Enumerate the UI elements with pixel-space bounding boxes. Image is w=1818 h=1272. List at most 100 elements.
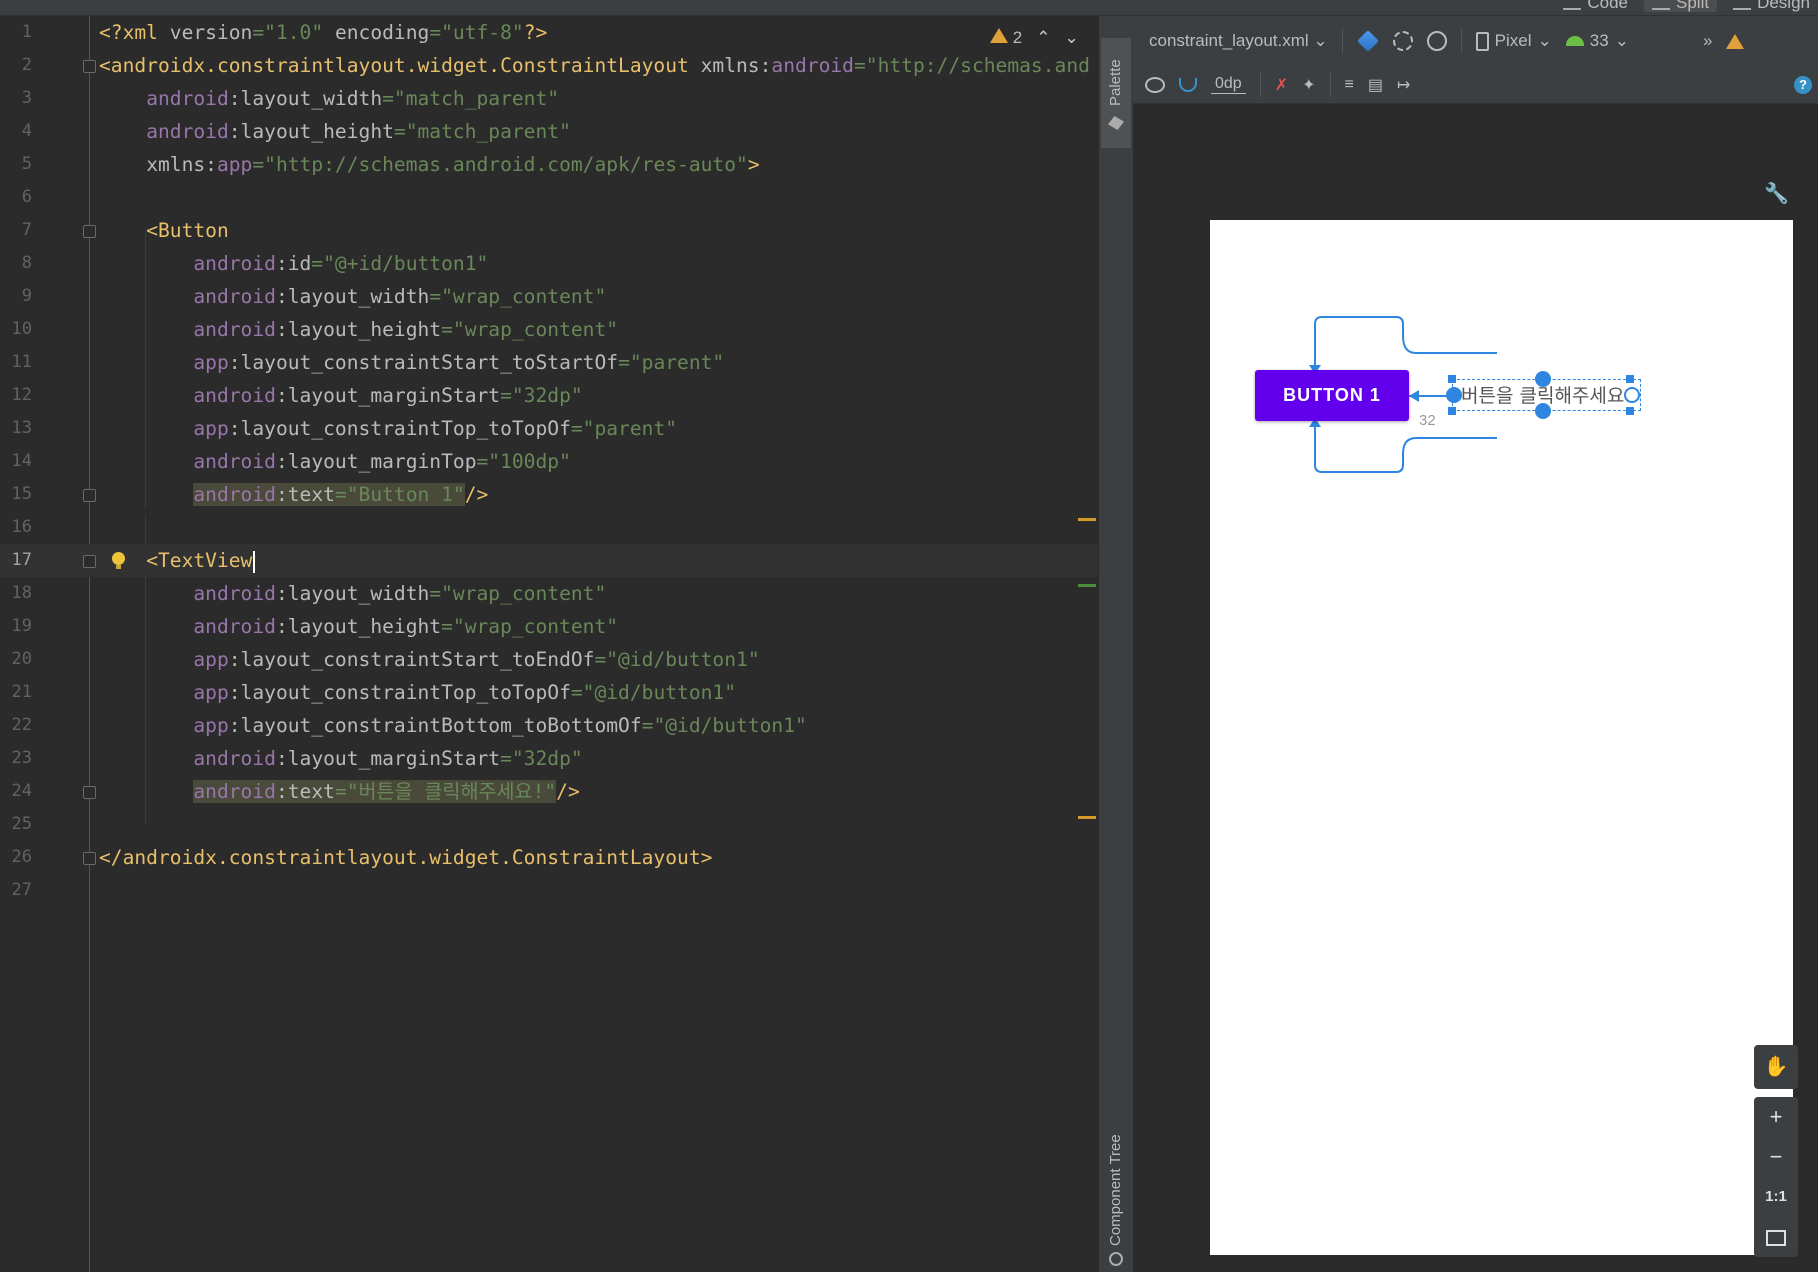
line-number[interactable]: 22 xyxy=(0,709,32,742)
preview-button-1[interactable]: BUTTON 1 xyxy=(1255,370,1409,421)
change-marker[interactable] xyxy=(1078,584,1096,587)
line-number[interactable]: 24 xyxy=(0,775,32,808)
code-line[interactable]: 14 android:layout_marginTop="100dp" xyxy=(0,445,1098,478)
default-margin-field[interactable]: 0dp xyxy=(1211,75,1246,94)
view-mode-code[interactable]: Code xyxy=(1555,0,1636,12)
line-number[interactable]: 19 xyxy=(0,610,32,643)
line-number[interactable]: 6 xyxy=(0,181,32,214)
more-actions-icon[interactable]: » xyxy=(1703,31,1712,51)
previous-highlight-icon[interactable]: ⌃ xyxy=(1036,28,1050,48)
code-line[interactable]: 13 app:layout_constraintTop_toTopOf="par… xyxy=(0,412,1098,445)
guidelines-icon[interactable]: ↦ xyxy=(1397,75,1410,95)
code-line[interactable]: 16 xyxy=(0,511,1098,544)
pan-hand-icon[interactable]: ✋ xyxy=(1754,1045,1798,1089)
infer-constraints-icon[interactable]: ✦ xyxy=(1302,75,1315,95)
help-icon[interactable]: ? xyxy=(1794,75,1812,94)
code-line[interactable]: 22 app:layout_constraintBottom_toBottomO… xyxy=(0,709,1098,742)
code-line[interactable]: 27 xyxy=(0,874,1098,907)
line-number[interactable]: 4 xyxy=(0,115,32,148)
autoconnect-magnet-icon[interactable] xyxy=(1179,77,1197,92)
layers-icon[interactable] xyxy=(1356,30,1379,52)
orientation-icon[interactable] xyxy=(1392,31,1413,51)
zoom-in-icon[interactable]: + xyxy=(1754,1097,1798,1137)
code-line[interactable]: 2 <androidx.constraintlayout.widget.Const… xyxy=(0,49,1098,82)
view-mode-split[interactable]: Split xyxy=(1644,0,1718,12)
warning-count[interactable]: 2 xyxy=(990,28,1022,48)
code-line[interactable]: 17 <TextView xyxy=(0,544,1098,577)
fold-toggle-icon[interactable] xyxy=(83,225,96,238)
line-number[interactable]: 7 xyxy=(0,214,32,247)
line-number[interactable]: 8 xyxy=(0,247,32,280)
line-number[interactable]: 26 xyxy=(0,841,32,874)
line-number[interactable]: 2 xyxy=(0,49,32,82)
zoom-out-icon[interactable]: − xyxy=(1754,1137,1798,1177)
code-line[interactable]: 3 android:layout_width="match_parent" xyxy=(0,82,1098,115)
code-line[interactable]: 21 app:layout_constraintTop_toTopOf="@id… xyxy=(0,676,1098,709)
line-number[interactable]: 18 xyxy=(0,577,32,610)
api-level-selector[interactable]: 33 ⌄ xyxy=(1565,31,1629,51)
line-number[interactable]: 10 xyxy=(0,313,32,346)
code-line[interactable]: 11 app:layout_constraintStart_toStartOf=… xyxy=(0,346,1098,379)
code-line[interactable]: 1 <?xml version="1.0" encoding="utf-8"?> xyxy=(0,16,1098,49)
device-selector[interactable]: Pixel ⌄ xyxy=(1475,31,1552,51)
night-mode-icon[interactable] xyxy=(1426,31,1447,51)
line-number[interactable]: 13 xyxy=(0,412,32,445)
view-options-eye-icon[interactable] xyxy=(1145,76,1165,93)
file-selector[interactable]: constraint_layout.xml ⌄ xyxy=(1149,31,1328,51)
palette-tab[interactable]: Palette xyxy=(1101,38,1131,148)
line-number[interactable]: 21 xyxy=(0,676,32,709)
code-line[interactable]: 6 xyxy=(0,181,1098,214)
code-line[interactable]: 20 app:layout_constraintStart_toEndOf="@… xyxy=(0,643,1098,676)
line-number[interactable]: 14 xyxy=(0,445,32,478)
zoom-actual-size-icon[interactable]: 1:1 xyxy=(1754,1177,1798,1217)
fold-toggle-icon[interactable] xyxy=(83,852,96,865)
code-line[interactable]: 8 android:id="@+id/button1" xyxy=(0,247,1098,280)
line-number[interactable]: 11 xyxy=(0,346,32,379)
design-canvas[interactable]: 🔧 BUTTON 1 버튼을 클릭해주세요! 32 ✋ + − 1:1 xyxy=(1133,105,1818,1272)
line-number[interactable]: 5 xyxy=(0,148,32,181)
code-line[interactable]: 7 <Button xyxy=(0,214,1098,247)
align-icon[interactable]: ▤ xyxy=(1368,75,1383,95)
line-number[interactable]: 9 xyxy=(0,280,32,313)
line-number[interactable]: 17 xyxy=(0,544,32,577)
fold-toggle-icon[interactable] xyxy=(83,555,96,568)
design-warning-icon[interactable] xyxy=(1726,33,1745,49)
preview-textview[interactable]: 버튼을 클릭해주세요! xyxy=(1452,379,1641,411)
code-line[interactable]: 26 </androidx.constraintlayout.widget.Con… xyxy=(0,841,1098,874)
line-number[interactable]: 12 xyxy=(0,379,32,412)
zoom-fit-icon[interactable] xyxy=(1754,1217,1798,1257)
line-number[interactable]: 1 xyxy=(0,16,32,49)
pack-icon[interactable]: ≡ xyxy=(1345,76,1354,94)
code-line[interactable]: 24 android:text="버튼을 클릭해주세요!"/> xyxy=(0,775,1098,808)
line-number[interactable]: 15 xyxy=(0,478,32,511)
code-line[interactable]: 10 android:layout_height="wrap_content" xyxy=(0,313,1098,346)
code-line[interactable]: 4 android:layout_height="match_parent" xyxy=(0,115,1098,148)
line-number[interactable]: 23 xyxy=(0,742,32,775)
view-mode-design[interactable]: Design xyxy=(1725,0,1818,12)
line-number[interactable]: 20 xyxy=(0,643,32,676)
line-number[interactable]: 27 xyxy=(0,874,32,907)
code-line[interactable]: 5 xmlns:app="http://schemas.android.com/… xyxy=(0,148,1098,181)
line-number[interactable]: 25 xyxy=(0,808,32,841)
line-number[interactable]: 16 xyxy=(0,511,32,544)
warning-marker[interactable] xyxy=(1078,518,1096,521)
code-line[interactable]: 18 android:layout_width="wrap_content" xyxy=(0,577,1098,610)
warning-marker[interactable] xyxy=(1078,816,1096,819)
fold-toggle-icon[interactable] xyxy=(83,489,96,502)
line-number[interactable]: 3 xyxy=(0,82,32,115)
code-line[interactable]: 12 android:layout_marginStart="32dp" xyxy=(0,379,1098,412)
code-line[interactable]: 19 android:layout_height="wrap_content" xyxy=(0,610,1098,643)
inspection-widget[interactable]: 2 ⌃ ⌄ xyxy=(990,28,1079,48)
clear-constraints-icon[interactable]: ✗ xyxy=(1275,75,1288,95)
code-line[interactable]: 9 android:layout_width="wrap_content" xyxy=(0,280,1098,313)
next-highlight-icon[interactable]: ⌄ xyxy=(1064,28,1078,48)
fold-toggle-icon[interactable] xyxy=(83,60,96,73)
code-editor[interactable]: 1 <?xml version="1.0" encoding="utf-8"?> 2… xyxy=(0,16,1098,1272)
wrench-icon[interactable]: 🔧 xyxy=(1764,181,1789,206)
fold-toggle-icon[interactable] xyxy=(83,786,96,799)
component-tree-tab[interactable]: Component Tree xyxy=(1101,1106,1131,1272)
code-line[interactable]: 23 android:layout_marginStart="32dp" xyxy=(0,742,1098,775)
code-line[interactable]: 15 android:text="Button 1"/> xyxy=(0,478,1098,511)
code-line[interactable]: 25 xyxy=(0,808,1098,841)
device-screen[interactable]: BUTTON 1 버튼을 클릭해주세요! 32 xyxy=(1210,220,1793,1255)
